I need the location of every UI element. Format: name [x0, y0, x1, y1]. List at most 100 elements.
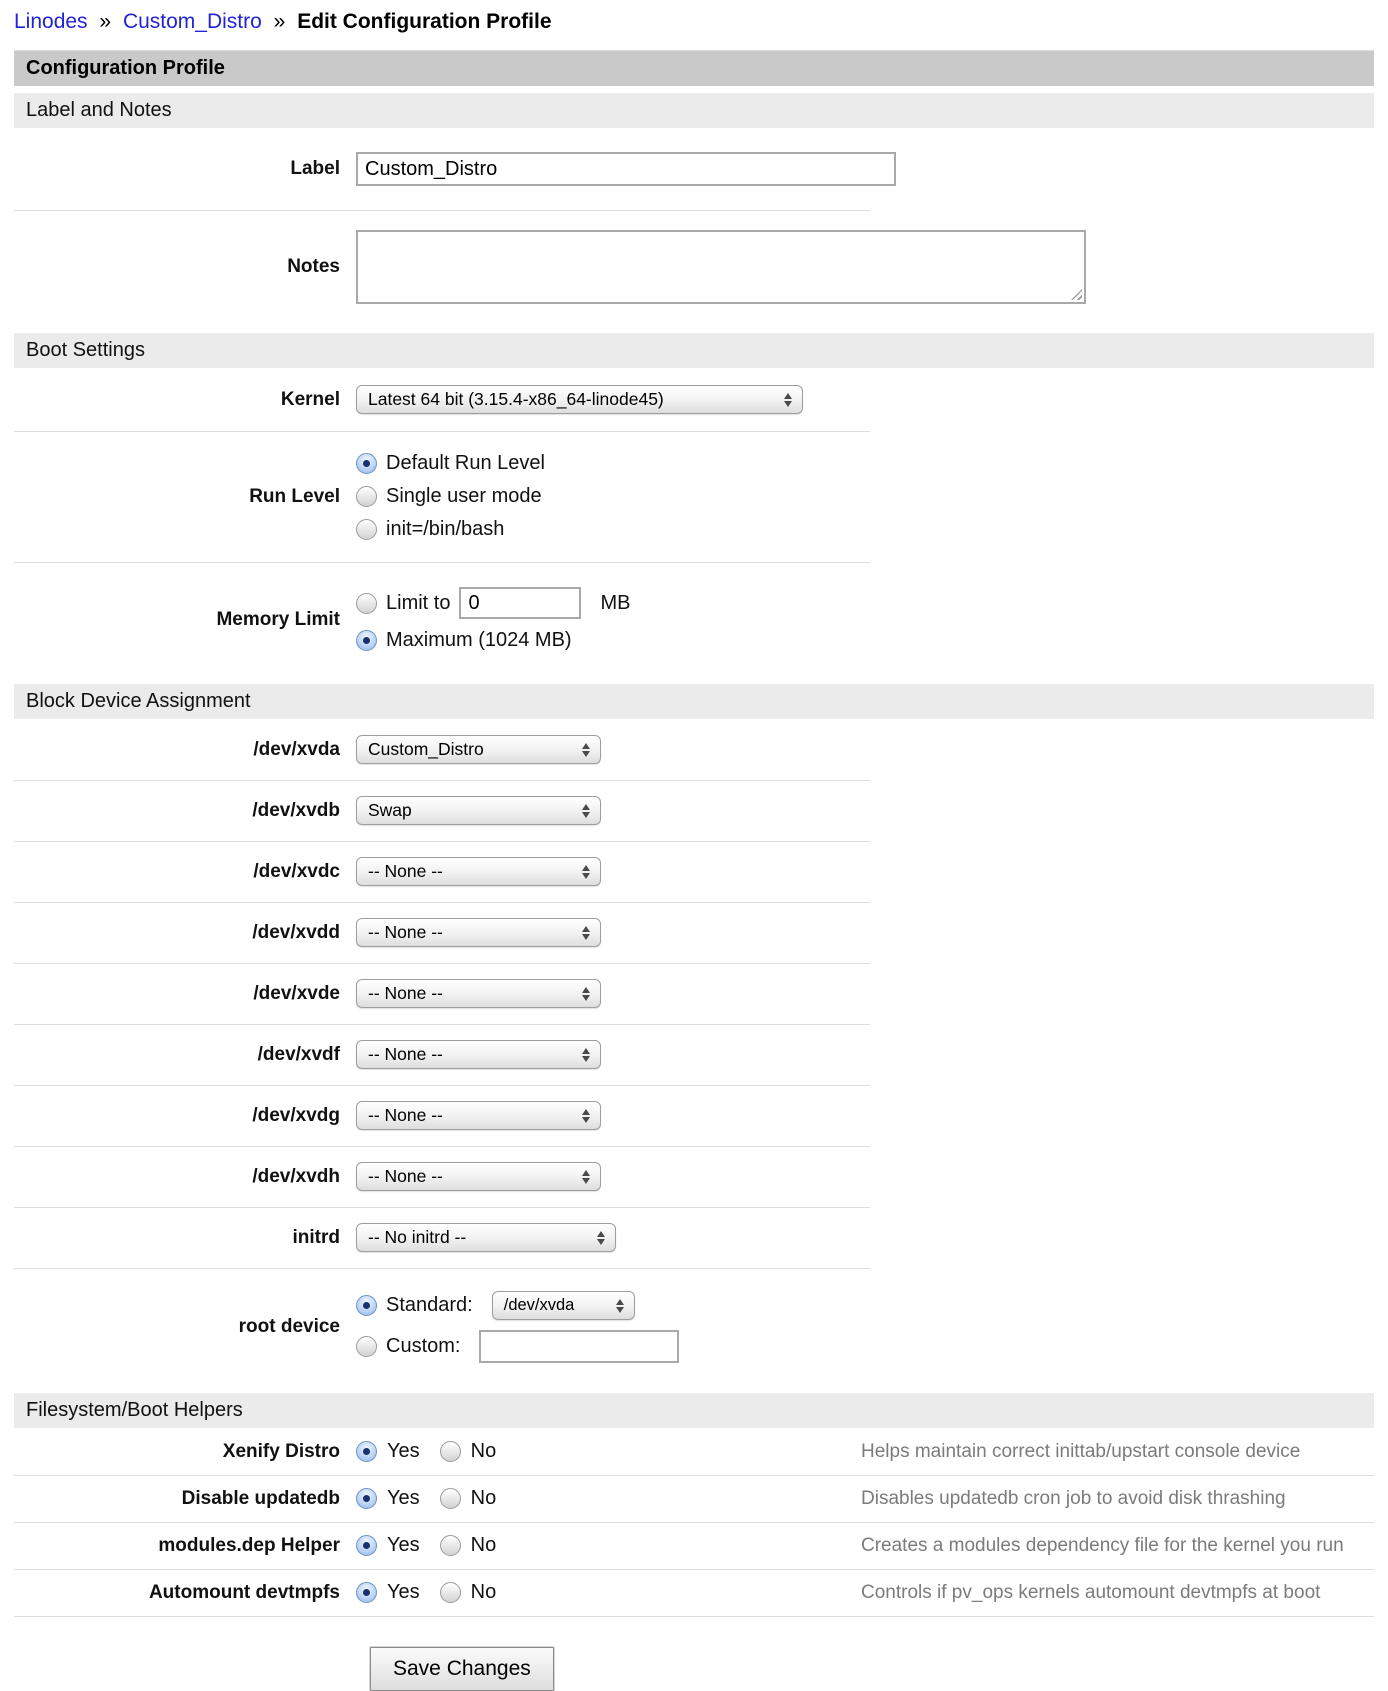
run-level-option-init-bash[interactable]: init=/bin/bash — [356, 513, 504, 546]
radio-single-user-mode[interactable] — [356, 486, 377, 507]
root-device-label: root device — [14, 1316, 356, 1338]
section-header-filesystem-boot-helpers: Filesystem/Boot Helpers — [14, 1393, 1374, 1428]
device-label: /dev/xvdc — [14, 861, 356, 883]
panel-header: Configuration Profile — [14, 50, 1374, 86]
radio-devtmpfs-no[interactable] — [440, 1582, 461, 1603]
device-row-initrd: initrd -- No initrd -- — [14, 1207, 1374, 1268]
section-header-block-device-assignment: Block Device Assignment — [14, 684, 1374, 719]
section-header-label-and-notes: Label and Notes — [14, 93, 1374, 128]
radio-updatedb-no[interactable] — [440, 1488, 461, 1509]
device-row-xvdf: /dev/xvdf -- None -- — [14, 1024, 1374, 1085]
device-row-xvdd: /dev/xvdd -- None -- — [14, 902, 1374, 963]
select-value: -- None -- — [368, 1166, 443, 1187]
select-value: -- No initrd -- — [368, 1227, 466, 1248]
notes-textarea[interactable] — [356, 230, 1086, 304]
device-label: /dev/xvdf — [14, 1044, 356, 1066]
label-field-label: Label — [14, 158, 356, 180]
run-level-option-default[interactable]: Default Run Level — [356, 447, 545, 480]
radio-limit-to[interactable] — [356, 593, 377, 614]
xvdc-select[interactable]: -- None -- — [356, 857, 601, 886]
radio-maximum[interactable] — [356, 630, 377, 651]
stepper-arrows-icon — [582, 804, 590, 818]
memory-limit-row: Memory Limit Limit to MB Maximum (1024 M… — [14, 562, 1374, 677]
xvdd-select[interactable]: -- None -- — [356, 918, 601, 947]
xvde-select[interactable]: -- None -- — [356, 979, 601, 1008]
kernel-select[interactable]: Latest 64 bit (3.15.4-x86_64-linode45) — [356, 385, 803, 414]
device-row-xvdb: /dev/xvdb Swap — [14, 780, 1374, 841]
xvda-select[interactable]: Custom_Distro — [356, 735, 601, 764]
stepper-arrows-icon — [582, 987, 590, 1001]
select-value: -- None -- — [368, 1105, 443, 1126]
select-value: -- None -- — [368, 861, 443, 882]
radio-root-standard[interactable] — [356, 1295, 377, 1316]
section-label-and-notes: Label Notes — [14, 128, 1374, 326]
run-level-option-label: Default Run Level — [386, 452, 545, 475]
section-boot-settings: Kernel Latest 64 bit (3.15.4-x86_64-lino… — [14, 368, 1374, 677]
radio-init-bin-bash[interactable] — [356, 519, 377, 540]
label-input[interactable] — [356, 152, 896, 186]
select-value: -- None -- — [368, 983, 443, 1004]
radio-devtmpfs-yes[interactable] — [356, 1582, 377, 1603]
no-label: No — [471, 1487, 497, 1510]
breadcrumb: Linodes » Custom_Distro » Edit Configura… — [0, 0, 1388, 34]
yes-label: Yes — [387, 1487, 420, 1510]
notes-row: Notes — [14, 210, 1374, 326]
xvdh-select[interactable]: -- None -- — [356, 1162, 601, 1191]
yes-label: Yes — [387, 1534, 420, 1557]
device-label: /dev/xvdb — [14, 800, 356, 822]
memory-limit-option-maximum[interactable]: Maximum (1024 MB) — [356, 624, 572, 657]
stepper-arrows-icon — [582, 1109, 590, 1123]
breadcrumb-separator: » — [99, 10, 111, 33]
stepper-arrows-icon — [582, 743, 590, 757]
xvdb-select[interactable]: Swap — [356, 796, 601, 825]
no-label: No — [471, 1440, 497, 1463]
limit-to-label: Limit to — [386, 592, 450, 615]
device-row-xvdh: /dev/xvdh -- None -- — [14, 1146, 1374, 1207]
save-changes-button[interactable]: Save Changes — [370, 1647, 554, 1691]
device-label: /dev/xvda — [14, 739, 356, 761]
xvdg-select[interactable]: -- None -- — [356, 1101, 601, 1130]
yes-label: Yes — [387, 1581, 420, 1604]
root-device-custom-input[interactable] — [479, 1330, 679, 1363]
root-device-select[interactable]: /dev/xvda — [492, 1291, 635, 1320]
run-level-option-label: init=/bin/bash — [386, 518, 504, 541]
helper-label: Xenify Distro — [14, 1441, 356, 1463]
select-value: -- None -- — [368, 1044, 443, 1065]
page-title: Edit Configuration Profile — [297, 10, 551, 33]
memory-limit-label: Memory Limit — [14, 609, 356, 631]
helper-row-modules-dep: modules.dep Helper Yes No Creates a modu… — [14, 1522, 1374, 1569]
device-label: /dev/xvdd — [14, 922, 356, 944]
helper-help-text: Disables updatedb cron job to avoid disk… — [861, 1488, 1374, 1510]
kernel-row: Kernel Latest 64 bit (3.15.4-x86_64-lino… — [14, 368, 1374, 431]
device-label: /dev/xvdh — [14, 1166, 356, 1188]
radio-root-custom[interactable] — [356, 1336, 377, 1357]
memory-limit-option-limit[interactable]: Limit to MB — [356, 582, 630, 624]
device-label: initrd — [14, 1227, 356, 1249]
helper-row-xenify-distro: Xenify Distro Yes No Helps maintain corr… — [14, 1428, 1374, 1475]
memory-limit-input[interactable] — [459, 587, 581, 619]
radio-xenify-no[interactable] — [440, 1441, 461, 1462]
breadcrumb-link-linode[interactable]: Custom_Distro — [123, 10, 262, 33]
radio-modulesdep-no[interactable] — [440, 1535, 461, 1556]
stepper-arrows-icon — [582, 1170, 590, 1184]
radio-xenify-yes[interactable] — [356, 1441, 377, 1462]
run-level-row: Run Level Default Run Level Single user … — [14, 431, 1374, 562]
device-label: /dev/xvdg — [14, 1105, 356, 1127]
radio-updatedb-yes[interactable] — [356, 1488, 377, 1509]
section-block-device-assignment: /dev/xvda Custom_Distro /dev/xvdb Swap /… — [14, 719, 1374, 1386]
root-device-custom-option[interactable]: Custom: — [356, 1325, 679, 1368]
xvdf-select[interactable]: -- None -- — [356, 1040, 601, 1069]
device-row-xvdc: /dev/xvdc -- None -- — [14, 841, 1374, 902]
select-value: /dev/xvda — [504, 1296, 575, 1315]
kernel-select-value: Latest 64 bit (3.15.4-x86_64-linode45) — [368, 389, 664, 410]
stepper-arrows-icon — [582, 926, 590, 940]
breadcrumb-link-linodes[interactable]: Linodes — [14, 10, 88, 33]
radio-default-run-level[interactable] — [356, 453, 377, 474]
save-row: Save Changes — [370, 1647, 1388, 1691]
root-device-standard-option[interactable]: Standard: /dev/xvda — [356, 1286, 635, 1325]
select-value: -- None -- — [368, 922, 443, 943]
run-level-option-single-user[interactable]: Single user mode — [356, 480, 542, 513]
device-row-xvdg: /dev/xvdg -- None -- — [14, 1085, 1374, 1146]
initrd-select[interactable]: -- No initrd -- — [356, 1223, 616, 1252]
radio-modulesdep-yes[interactable] — [356, 1535, 377, 1556]
